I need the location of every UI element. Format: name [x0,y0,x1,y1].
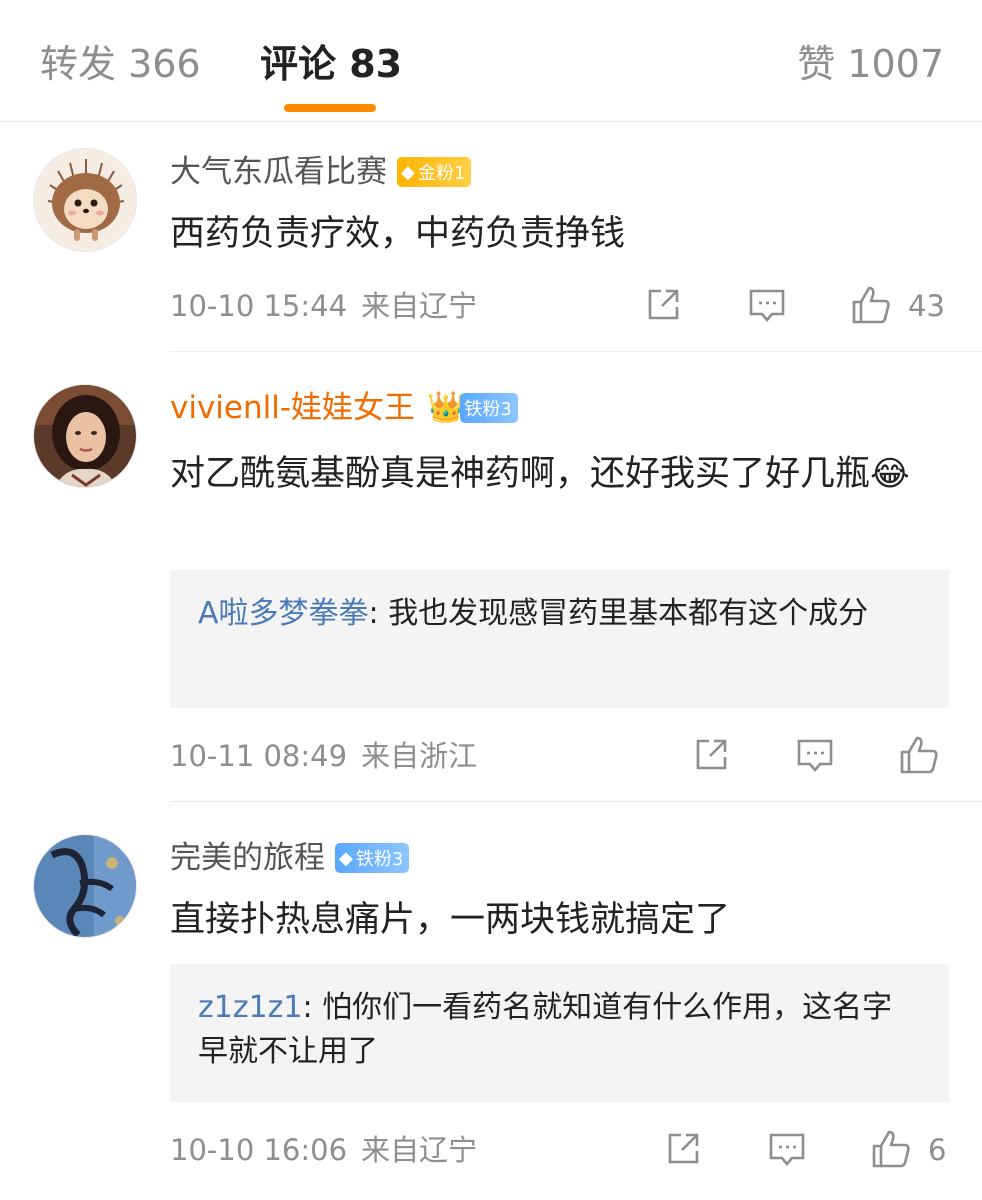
comment-meta: 10-10 16:06 来自辽宁 [170,1132,477,1168]
comment-time: 10-11 08:49 [170,739,348,773]
username[interactable]: 完美的旅程 [170,838,325,878]
avatar[interactable] [33,384,137,488]
avatar[interactable] [33,148,137,252]
comment-text-body: 对乙酰氨基酚真是神药啊，还好我买了好几瓶 [170,454,871,494]
reply-username[interactable]: z1z1z1 [198,990,303,1025]
hedgehog-avatar-image [34,149,136,251]
reply-colon: : [368,596,389,631]
like-icon[interactable] [898,734,940,776]
fan-badge-label: 金粉1 [417,163,466,184]
comment-item: vivienll-娃娃女王 👑 铁粉3 对乙酰氨基酚真是神药啊，还好我买了好几瓶… [0,352,982,802]
fan-badge-label: 铁粉3 [355,849,404,870]
tab-comments[interactable]: 评论 83 [260,40,402,88]
reply-icon[interactable] [768,1132,806,1168]
tab-reposts[interactable]: 转发 366 [40,40,201,88]
reply-preview[interactable]: A啦多梦拳拳: 我也发现感冒药里基本都有这个成分 [170,570,949,708]
reply-username[interactable]: A啦多梦拳拳 [198,596,369,631]
comment-meta: 10-10 15:44 来自辽宁 [170,288,477,324]
reply-colon: : [302,990,323,1025]
portrait-avatar-image [34,385,136,487]
comment-text: 对乙酰氨基酚真是神药啊，还好我买了好几瓶😂 [170,448,960,500]
fan-badge[interactable]: ◆ 铁粉3 [335,843,410,873]
share-icon[interactable] [664,1130,702,1168]
comment-header: 完美的旅程 ◆ 铁粉3 [170,838,410,878]
fan-badge[interactable]: 铁粉3 [460,393,518,423]
comment-location: 来自浙江 [361,739,478,773]
reply-icon[interactable] [796,738,834,774]
laughing-crying-emoji: 😂 [870,454,910,494]
comment-item: 大气东瓜看比赛 ◆ 金粉1 西药负责疗效，中药负责挣钱 10-10 15:44 来… [0,122,982,352]
comment-header: vivienll-娃娃女王 👑 铁粉3 [170,388,518,428]
comment-text: 西药负责疗效，中药负责挣钱 [170,214,626,254]
comment-time: 10-10 16:06 [170,1133,348,1167]
comment-item: 完美的旅程 ◆ 铁粉3 直接扑热息痛片，一两块钱就搞定了 z1z1z1: 怕你们… [0,802,982,1196]
avatar[interactable] [33,834,137,938]
comment-location: 来自辽宁 [361,289,478,323]
share-icon[interactable] [644,286,682,324]
tab-likes[interactable]: 赞 1007 [797,40,944,88]
like-count: 6 [928,1133,947,1167]
like-count: 43 [908,289,945,323]
like-icon[interactable] [870,1128,912,1170]
reply-icon[interactable] [748,288,786,324]
fan-badge[interactable]: ◆ 金粉1 [397,157,472,187]
crown-icon: 👑 [427,390,465,425]
reply-preview[interactable]: z1z1z1: 怕你们一看药名就知道有什么作用，这名字早就不让用了 [170,964,949,1102]
diamond-icon: ◆ [339,847,353,869]
comment-tab-bar: 转发 366 评论 83 赞 1007 [0,0,982,122]
comment-meta: 10-11 08:49 来自浙江 [170,738,477,774]
username[interactable]: vivienll-娃娃女王 [170,388,415,428]
diamond-icon: ◆ [401,161,415,183]
username[interactable]: 大气东瓜看比赛 [170,152,387,192]
like-icon[interactable] [850,284,892,326]
comment-location: 来自辽宁 [361,1133,478,1167]
share-icon[interactable] [692,736,730,774]
reply-text: 我也发现感冒药里基本都有这个成分 [388,596,869,631]
active-tab-indicator [284,104,376,112]
comment-header: 大气东瓜看比赛 ◆ 金粉1 [170,152,472,192]
fan-badge-label: 铁粉3 [464,399,512,420]
comment-time: 10-10 15:44 [170,289,348,323]
comment-text: 直接扑热息痛片，一两块钱就搞定了 [170,900,731,940]
blue-pattern-avatar-image [34,835,136,937]
